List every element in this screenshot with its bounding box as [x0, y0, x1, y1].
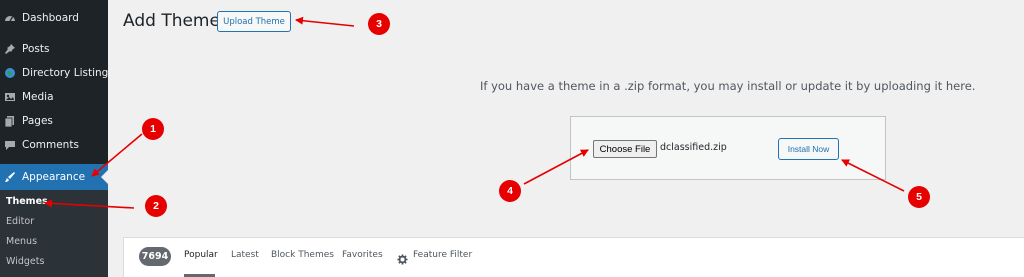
sidebar-item-appearance[interactable]: Appearance — [0, 164, 108, 190]
annotation-marker-5: 5 — [908, 186, 930, 208]
choose-file-button[interactable]: Choose File — [593, 140, 657, 158]
brush-icon — [4, 171, 16, 183]
dashboard-icon — [4, 12, 16, 24]
annotation-marker-2: 2 — [145, 195, 167, 217]
sidebar-item-label: Posts — [22, 43, 50, 55]
pin-icon — [4, 43, 16, 55]
appearance-submenu: Themes Editor Menus Widgets — [0, 190, 108, 277]
annotation-marker-3: 3 — [368, 13, 390, 35]
active-indicator — [101, 170, 108, 184]
sidebar-item-label: Media — [22, 91, 54, 103]
submenu-item-menus[interactable]: Menus — [6, 236, 37, 247]
gear-icon[interactable] — [397, 250, 408, 265]
arrow-3 — [295, 16, 355, 27]
sidebar-item-dashboard[interactable]: Dashboard — [0, 6, 108, 30]
pages-icon — [4, 115, 16, 127]
tab-favorites[interactable]: Favorites — [342, 250, 383, 260]
submenu-item-editor[interactable]: Editor — [6, 216, 34, 227]
sidebar-item-posts[interactable]: Posts — [0, 37, 108, 61]
sidebar-item-label: Appearance — [22, 171, 86, 183]
tab-popular[interactable]: Popular — [184, 250, 218, 260]
comment-icon — [4, 139, 16, 151]
sidebar-item-comments[interactable]: Comments — [0, 133, 108, 157]
selected-file-name: dclassified.zip — [660, 142, 727, 153]
sidebar-item-label: Pages — [22, 115, 53, 127]
install-now-button[interactable]: Install Now — [778, 138, 839, 160]
annotation-marker-4: 4 — [499, 180, 521, 202]
sidebar-item-pages[interactable]: Pages — [0, 109, 108, 133]
annotation-marker-1: 1 — [142, 118, 164, 140]
admin-sidebar: Dashboard Posts Directory Listings Media… — [0, 0, 114, 277]
tab-latest[interactable]: Latest — [231, 250, 259, 260]
tab-block-themes[interactable]: Block Themes — [271, 250, 334, 260]
media-icon — [4, 91, 16, 103]
sidebar-item-label: Dashboard — [22, 12, 79, 24]
theme-filter-bar: 7694 Popular Latest Block Themes Favorit… — [123, 237, 1024, 277]
sidebar-item-directory-listings[interactable]: Directory Listings — [0, 61, 114, 85]
submenu-item-themes[interactable]: Themes — [6, 196, 48, 207]
page-title: Add Themes — [123, 11, 229, 31]
feature-filter-button[interactable]: Feature Filter — [413, 250, 472, 260]
upload-theme-button[interactable]: Upload Theme — [217, 11, 291, 32]
submenu-item-widgets[interactable]: Widgets — [6, 256, 44, 267]
sidebar-item-label: Comments — [22, 139, 79, 151]
upload-form: Choose File dclassified.zip Install Now — [570, 116, 886, 180]
globe-icon — [4, 67, 16, 79]
theme-count-badge: 7694 — [139, 247, 171, 266]
sidebar-item-label: Directory Listings — [22, 67, 114, 79]
upload-help-text: If you have a theme in a .zip format, yo… — [480, 79, 976, 93]
sidebar-item-media[interactable]: Media — [0, 85, 108, 109]
